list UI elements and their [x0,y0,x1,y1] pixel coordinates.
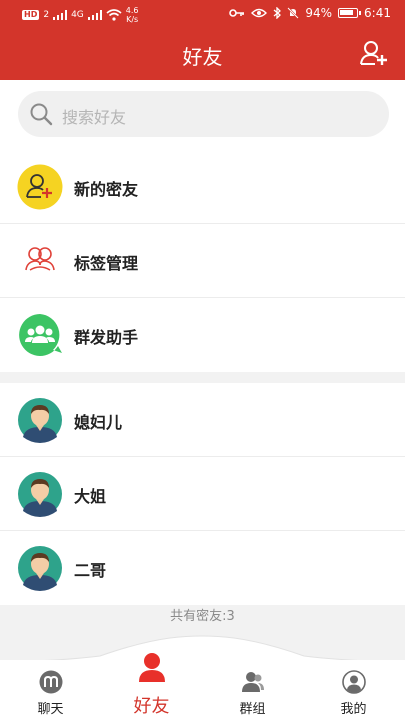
chat-m-icon [39,670,63,694]
friend-name: 二哥 [74,561,107,580]
list-item-tag-manage[interactable]: 标签管理 [0,224,405,298]
tag-manage-icon [25,247,55,271]
avatar-icon [18,472,62,517]
signal-icon-2 [87,10,102,20]
tab-groups[interactable]: 群组 [202,660,303,720]
network-speed: 4.6 K/s [126,6,139,24]
network-badge: HD [22,10,40,20]
search-input[interactable]: 搜索好友 [18,91,389,137]
add-friend-icon[interactable] [359,40,389,66]
search-placeholder: 搜索好友 [62,108,127,127]
wifi-icon [106,9,122,21]
tab-friends[interactable]: 好友 [101,653,202,720]
tab-chat[interactable]: 聊天 [0,660,101,720]
tab-profile[interactable]: 我的 [303,660,404,720]
function-list: 新的密友 标签管理 群发助手 [0,150,405,372]
mute-bell-icon [287,7,300,19]
list-item-label: 群发助手 [74,328,139,347]
new-friend-icon [17,164,63,210]
key-icon [229,9,245,17]
status-right: 94% 6:41 [229,6,391,20]
list-item-label: 标签管理 [74,254,139,273]
eye-icon [251,8,268,18]
group-send-icon [19,314,62,356]
header-bar: HD 2 4G 4.6 K/s 94% 6:41 好友 [0,0,405,80]
friend-name: 媳妇儿 [74,413,123,432]
tab-label: 群组 [239,702,266,717]
main-content: 搜索好友 新的密友 标签管理 群发助手 媳妇儿 大姐 二哥 共有密友:3 [0,80,405,660]
tab-label: 聊天 [37,702,64,717]
friend-count: 共有密友:3 [170,609,235,624]
bluetooth-icon [273,7,282,19]
page-title: 好友 [182,45,223,69]
search-section: 搜索好友 [0,80,405,150]
battery-fill [340,10,354,15]
avatar-icon [18,546,62,591]
friend-row[interactable]: 二哥 [0,531,405,605]
tab-label: 好友 [133,696,170,717]
tab-bar: 聊天 好友 群组 我的 [0,653,405,720]
network-num: 2 [43,9,50,20]
avatar-icon [18,398,62,443]
group-icon [242,672,264,692]
list-item-new-friends[interactable]: 新的密友 [0,150,405,224]
tab-label: 我的 [340,702,367,717]
friend-row[interactable]: 大姐 [0,457,405,531]
friend-list: 媳妇儿 大姐 二哥 [0,383,405,605]
friends-icon [139,653,165,682]
friend-row[interactable]: 媳妇儿 [0,383,405,457]
status-time: 6:41 [364,6,391,20]
search-icon [30,103,53,126]
speed-unit: K/s [126,15,139,24]
battery-icon [338,8,362,18]
friend-name: 大姐 [74,487,107,506]
profile-icon [342,670,366,694]
list-item-group-send[interactable]: 群发助手 [0,298,405,372]
status-left: HD 2 4G 4.6 K/s [22,6,139,24]
battery-percent: 94% [305,6,333,20]
network-gen: 4G [71,9,84,20]
list-item-label: 新的密友 [74,180,139,199]
signal-icon [53,10,68,20]
speed-value: 4.6 [125,6,139,15]
status-bar: HD 2 4G 4.6 K/s 94% 6:41 [0,0,405,30]
